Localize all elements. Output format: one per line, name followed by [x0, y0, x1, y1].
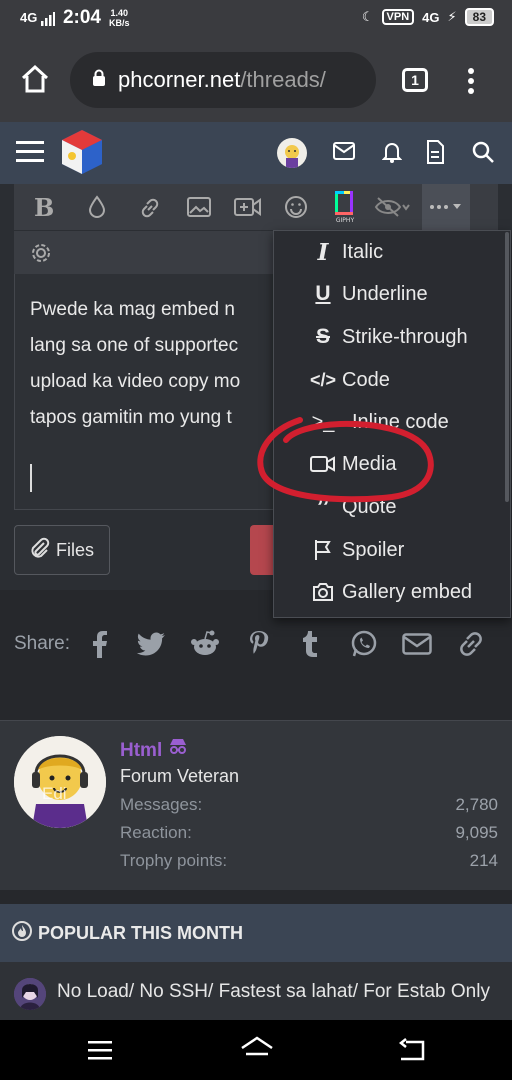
- tab-switcher-button[interactable]: 1: [402, 68, 428, 92]
- document-icon[interactable]: [426, 140, 444, 169]
- author-role: Forum Veteran: [120, 766, 240, 786]
- share-label: Share:: [14, 633, 70, 654]
- bold-icon[interactable]: B: [34, 193, 54, 222]
- menu-nav-icon[interactable]: [88, 1040, 112, 1065]
- color-drop-icon[interactable]: [88, 195, 106, 224]
- more-toolbar-button[interactable]: [422, 184, 470, 230]
- site-header: [0, 122, 512, 184]
- hamburger-menu-icon[interactable]: [16, 140, 44, 169]
- url-path: /threads/: [240, 67, 326, 92]
- thread-author-avatar: [14, 978, 46, 1010]
- net-speed: 1.40 KB/s: [109, 8, 130, 28]
- tumblr-icon[interactable]: [302, 630, 320, 663]
- video-insert-icon[interactable]: [234, 197, 262, 222]
- editor-toolbar: B GIPHY: [14, 184, 498, 230]
- video-icon: [306, 455, 340, 473]
- stat-messages: Messages: 2,780: [120, 795, 498, 814]
- more-formatting-menu: I Italic U Underline S Strike-through </…: [273, 230, 511, 618]
- paperclip-icon: [30, 537, 50, 564]
- stat-reaction: Reaction: 9,095: [120, 823, 498, 842]
- more-options-icon[interactable]: [466, 66, 476, 96]
- flag-icon: [306, 539, 340, 561]
- menu-item-spoiler[interactable]: Spoiler: [274, 529, 512, 571]
- network-type: 4G: [20, 10, 38, 26]
- gear-icon[interactable]: [30, 242, 52, 269]
- files-label: Files: [55, 539, 94, 560]
- italic-icon: I: [317, 238, 329, 266]
- incognito-badge-icon: [168, 739, 188, 761]
- terminal-icon: >_: [311, 410, 335, 433]
- editor-scrollbar[interactable]: [505, 232, 509, 502]
- browser-toolbar: phcorner.net/threads/ 1: [0, 38, 512, 122]
- author-username[interactable]: Html: [120, 736, 188, 762]
- status-bar: 4G 2:04 1.40 KB/s ☾ VPN 4G ⚡ 83: [0, 0, 512, 38]
- menu-item-quote[interactable]: ” Quote: [274, 486, 512, 528]
- facebook-icon[interactable]: [90, 630, 108, 663]
- vpn-badge: VPN: [381, 9, 415, 25]
- image-icon[interactable]: [187, 197, 211, 222]
- site-logo[interactable]: [60, 128, 104, 181]
- stat-trophy-points: Trophy points: 214: [120, 851, 498, 870]
- underline-icon: U: [315, 282, 331, 305]
- text-cursor: [30, 464, 32, 492]
- link-icon[interactable]: [138, 196, 162, 225]
- email-share-icon[interactable]: [402, 633, 432, 660]
- whatsapp-icon[interactable]: [350, 630, 378, 663]
- code-icon: </>: [309, 369, 337, 390]
- pinterest-icon[interactable]: [248, 630, 270, 663]
- popular-heading: POPULAR THIS MONTH: [38, 922, 243, 943]
- giphy-icon[interactable]: GIPHY: [332, 189, 358, 228]
- hide-eye-icon[interactable]: [374, 196, 410, 223]
- attach-files-button[interactable]: Files: [14, 525, 110, 575]
- lock-icon: [92, 67, 106, 93]
- charging-icon: ⚡: [447, 9, 457, 24]
- android-nav-bar: [0, 1020, 512, 1080]
- reddit-icon[interactable]: [190, 630, 220, 663]
- smiley-icon[interactable]: [284, 195, 308, 224]
- strikethrough-icon: S: [315, 325, 330, 348]
- twitter-icon[interactable]: [136, 632, 166, 661]
- menu-item-gallery-embed[interactable]: Gallery embed: [274, 571, 512, 613]
- thread-title: No Load/ No SSH/ Fastest sa lahat/ For E…: [57, 981, 490, 1002]
- menu-item-media[interactable]: Media: [274, 443, 512, 485]
- menu-item-code[interactable]: </> Code: [274, 359, 512, 401]
- bell-icon[interactable]: [381, 140, 403, 169]
- avatar-overlay-text: Edi: [42, 784, 67, 803]
- search-icon[interactable]: [471, 140, 495, 169]
- menu-item-italic[interactable]: I Italic: [274, 231, 512, 273]
- user-avatar-small[interactable]: [277, 138, 307, 168]
- share-icons: [88, 628, 498, 660]
- url-bar[interactable]: phcorner.net/threads/: [70, 52, 376, 108]
- home-nav-icon[interactable]: [240, 1036, 274, 1067]
- envelope-icon[interactable]: [333, 142, 355, 165]
- menu-item-strike-through[interactable]: S Strike-through: [274, 316, 512, 358]
- svg-text:GIPHY: GIPHY: [336, 217, 355, 223]
- section-divider: [0, 890, 512, 904]
- popular-this-month-header: POPULAR THIS MONTH: [0, 904, 512, 962]
- menu-item-underline[interactable]: U Underline: [274, 273, 512, 315]
- signal-icon: 4G: [20, 10, 55, 26]
- network-type-right: 4G: [422, 9, 440, 25]
- back-nav-icon[interactable]: [398, 1038, 426, 1067]
- quote-icon: ”: [316, 491, 330, 522]
- menu-item-inline-code[interactable]: >_ Inline code: [274, 401, 512, 443]
- moon-icon: ☾: [361, 9, 374, 24]
- url-domain: phcorner.net: [118, 67, 241, 92]
- battery-level: 83: [464, 8, 494, 26]
- link-share-icon[interactable]: [456, 629, 486, 664]
- camera-icon: [306, 582, 340, 602]
- popular-thread-item[interactable]: No Load/ No SSH/ Fastest sa lahat/ For E…: [0, 962, 512, 1022]
- home-icon[interactable]: [20, 64, 50, 94]
- fire-icon: [12, 920, 32, 947]
- clock: 2:04: [62, 7, 101, 28]
- author-avatar[interactable]: Edi: [14, 736, 106, 828]
